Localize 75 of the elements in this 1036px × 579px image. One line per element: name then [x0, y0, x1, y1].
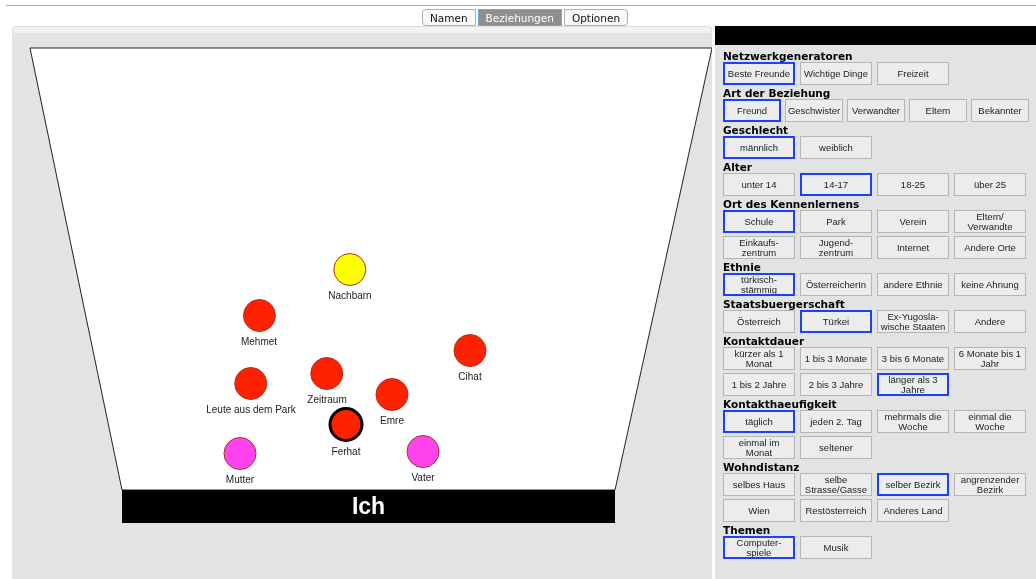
option-button[interactable]: Geschwister [785, 99, 843, 122]
section-heading: Kontakthaeufigkeit [723, 398, 838, 410]
option-button[interactable]: Musik [800, 536, 872, 559]
ego-bar: Ich [122, 490, 615, 523]
option-button[interactable]: Jugend-zentrum [800, 236, 872, 259]
option-button[interactable]: mehrmals die Woche [877, 410, 949, 433]
option-button[interactable]: ÖsterreicherIn [800, 273, 872, 296]
section-heading: Netzwerkgeneratoren [723, 50, 854, 62]
option-button[interactable]: Verwandter [847, 99, 905, 122]
option-button[interactable]: Wichtige Dinge [800, 62, 872, 85]
option-button[interactable]: täglich [723, 410, 795, 433]
option-button[interactable]: türkisch-stämmig [723, 273, 795, 296]
option-button[interactable]: 6 Monate bis 1 Jahr [954, 347, 1026, 370]
option-button[interactable]: 1 bis 3 Monate [800, 347, 872, 370]
node-label: Zeitraum [307, 394, 347, 405]
option-button[interactable]: länger als 3 Jahre [877, 373, 949, 396]
section-heading: Geschlecht [723, 124, 790, 136]
option-button[interactable]: angrenzender Bezirk [954, 473, 1026, 496]
option-button[interactable]: seltener [800, 436, 872, 459]
option-button[interactable]: Internet [877, 236, 949, 259]
tab[interactable]: Optionen [563, 9, 629, 26]
option-button[interactable]: unter 14 [723, 173, 795, 196]
option-button[interactable]: Türkei [800, 310, 872, 333]
option-button[interactable]: männlich [723, 136, 795, 159]
option-button[interactable]: Ex-Yugosla-wische Staaten [877, 310, 949, 333]
option-button[interactable]: Park [800, 210, 872, 233]
option-button[interactable]: einmal im Monat [723, 436, 795, 459]
option-button[interactable]: Schule [723, 210, 795, 233]
option-button[interactable]: Anderes Land [877, 499, 949, 522]
option-button[interactable]: weiblich [800, 136, 872, 159]
node-label: Emre [380, 415, 404, 426]
section-heading: Ort des Kennenlernens [723, 198, 861, 210]
node-label: Mutter [225, 474, 255, 485]
option-button[interactable]: Beste Freunde [723, 62, 795, 85]
section-heading: Art der Beziehung [723, 87, 832, 99]
section-heading: Kontaktdauer [723, 335, 806, 347]
option-button[interactable]: Eltern/ Verwandte [954, 210, 1026, 233]
option-button[interactable]: Einkaufs-zentrum [723, 236, 795, 259]
node-label: Cihat [458, 371, 482, 382]
option-button[interactable]: selbe Strasse/Gasse [800, 473, 872, 496]
section-heading: Wohndistanz [723, 461, 801, 473]
option-button[interactable]: Eltern [909, 99, 967, 122]
option-button[interactable]: 2 bis 3 Jahre [800, 373, 872, 396]
section-heading: Ethnie [723, 261, 762, 273]
option-button[interactable]: einmal die Woche [954, 410, 1026, 433]
option-button[interactable]: über 25 [954, 173, 1026, 196]
section-heading: Staatsbuergerschaft [723, 298, 846, 310]
option-button[interactable]: kürzer als 1 Monat [723, 347, 795, 370]
section-heading: Themen [723, 524, 772, 536]
option-button[interactable]: jeden 2. Tag [800, 410, 872, 433]
option-button[interactable]: selbes Haus [723, 473, 795, 496]
option-button[interactable]: 18-25 [877, 173, 949, 196]
option-button[interactable]: Österreich [723, 310, 795, 333]
option-button[interactable]: Bekannter [971, 99, 1029, 122]
option-button[interactable]: Freund [723, 99, 781, 122]
option-button[interactable]: Computer-spiele [723, 536, 795, 559]
option-button[interactable]: keine Ahnung [954, 273, 1026, 296]
option-button[interactable]: Verein [877, 210, 949, 233]
node-label: Nachbarn [328, 290, 372, 301]
option-button[interactable]: 3 bis 6 Monate [877, 347, 949, 370]
option-button[interactable]: Freizeit [877, 62, 949, 85]
node-label: Leute aus dem Park [206, 404, 296, 415]
option-button[interactable]: andere Ethnie [877, 273, 949, 296]
option-button[interactable]: Restösterreich [800, 499, 872, 522]
option-button[interactable]: 14-17 [800, 173, 872, 196]
tab[interactable]: Namen [421, 9, 476, 26]
option-button[interactable]: selber Bezirk [877, 473, 949, 496]
node-label: Ferhat [331, 446, 361, 457]
node-label: Mehmet [240, 336, 278, 347]
node-label: Vater [411, 472, 435, 483]
option-button[interactable]: Wien [723, 499, 795, 522]
option-button[interactable]: 1 bis 2 Jahre [723, 373, 795, 396]
section-heading: Alter [723, 161, 754, 173]
option-button[interactable]: Andere [954, 310, 1026, 333]
option-button[interactable]: Andere Orte [954, 236, 1026, 259]
